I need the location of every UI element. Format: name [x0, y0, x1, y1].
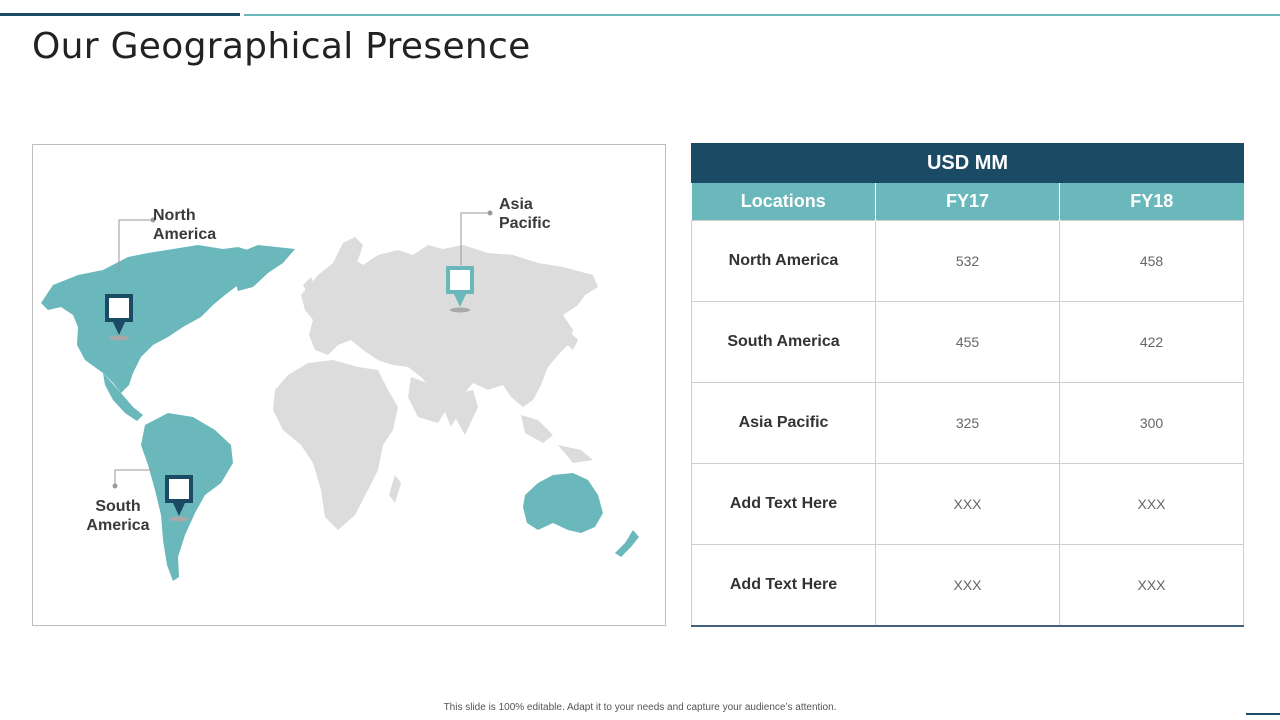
table-row: North America 532 458 [691, 220, 1245, 302]
cell-location: South America [691, 301, 876, 383]
table-row: South America 455 422 [691, 301, 1245, 383]
world-map [41, 210, 639, 581]
cell-fy18: 458 [1058, 220, 1245, 302]
cell-location: Add Text Here [691, 463, 876, 545]
map-label-line: Asia [499, 196, 533, 213]
cell-fy17: XXX [875, 544, 1060, 627]
column-header-fy17: FY17 [875, 182, 1060, 221]
map-label-line: America [86, 517, 150, 534]
leader-line-south-america [114, 469, 153, 485]
india-shape [451, 390, 478, 435]
cell-fy18: XXX [1058, 544, 1245, 627]
cell-fy18: 422 [1058, 301, 1245, 383]
slide-title: Our Geographical Presence [32, 26, 531, 67]
map-label-line: America [153, 226, 217, 243]
footer-note: This slide is 100% editable. Adapt it to… [443, 702, 837, 713]
cell-fy17: 455 [875, 301, 1060, 383]
table-row: Add Text Here XXX XXX [691, 463, 1245, 545]
top-accent-bar-dark [0, 13, 240, 16]
indonesia-shape [558, 445, 593, 463]
africa-shape [273, 360, 398, 530]
se-asia-shape [521, 415, 553, 443]
table-row: Add Text Here XXX XXX [691, 544, 1245, 627]
cell-fy18: XXX [1058, 463, 1245, 545]
cell-fy17: 532 [875, 220, 1060, 302]
column-header-fy18: FY18 [1059, 182, 1244, 221]
map-label-north-america: North America [153, 206, 216, 244]
top-accent-bar-teal [244, 14, 1280, 16]
column-header-locations: Locations [691, 182, 876, 221]
table-group-header: USD MM [690, 143, 1245, 183]
cell-location: Asia Pacific [691, 382, 876, 464]
table-row: Asia Pacific 325 300 [691, 382, 1245, 464]
bottom-right-accent-line [1246, 713, 1280, 715]
revenue-table-container: USD MM Locations FY17 FY18 North America… [690, 143, 1245, 627]
new-zealand-shape [615, 530, 639, 557]
map-label-line: Pacific [499, 215, 551, 232]
world-map-panel: North America Asia Pacific South America [32, 144, 666, 626]
cell-fy18: 300 [1058, 382, 1245, 464]
map-label-asia-pacific: Asia Pacific [499, 195, 551, 233]
revenue-table: USD MM Locations FY17 FY18 North America… [690, 143, 1245, 627]
australia-shape [523, 473, 603, 533]
map-label-south-america: South America [85, 497, 151, 535]
leader-dot-south-america [112, 483, 118, 489]
leader-dot-asia-pacific [487, 210, 493, 216]
cell-location: North America [691, 220, 876, 302]
cell-fy17: 325 [875, 382, 1060, 464]
cell-fy17: XXX [875, 463, 1060, 545]
madagascar-shape [389, 475, 401, 503]
map-label-line: North [153, 207, 196, 224]
map-label-line: South [95, 498, 141, 515]
cell-location: Add Text Here [691, 544, 876, 627]
